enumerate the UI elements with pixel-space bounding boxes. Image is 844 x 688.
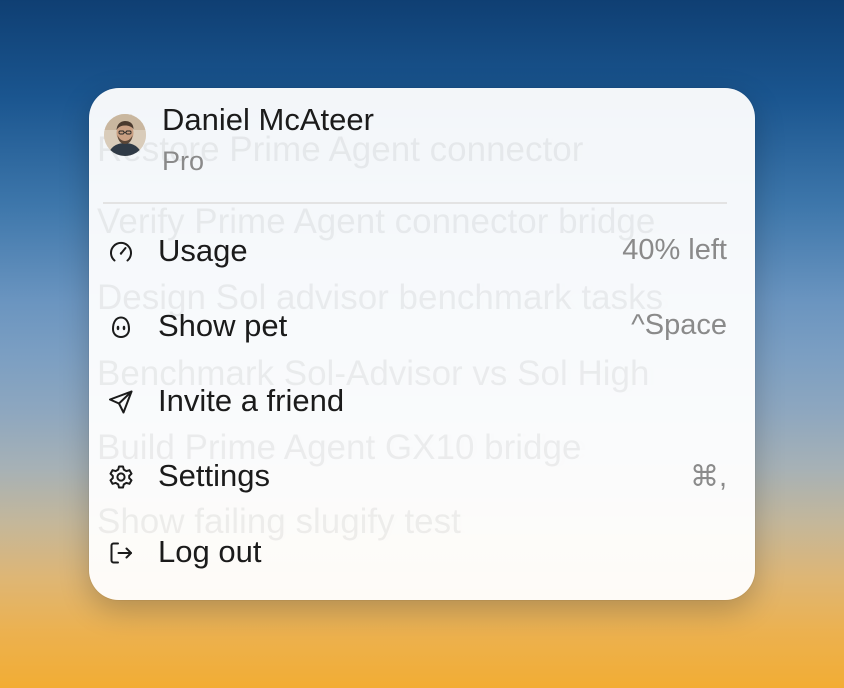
gauge-icon	[106, 237, 136, 267]
user-avatar-icon	[104, 114, 146, 156]
keyboard-shortcut: ^Space	[631, 309, 727, 341]
pet-icon	[106, 312, 136, 342]
user-name: Daniel McAteer	[162, 102, 374, 137]
gear-icon	[106, 462, 136, 492]
menu-item-label: Usage	[158, 233, 248, 268]
menu-item-invite-friend[interactable]: Invite a friend	[89, 372, 755, 432]
keyboard-shortcut: ⌘,	[689, 461, 727, 493]
menu-item-label: Log out	[158, 534, 262, 569]
account-menu: Restore Prime Agent connector Verify Pri…	[89, 88, 755, 600]
menu-divider	[103, 202, 727, 204]
avatar	[104, 114, 146, 156]
menu-item-label: Show pet	[158, 308, 288, 343]
user-plan: Pro	[162, 146, 205, 176]
menu-item-show-pet[interactable]: Show pet ^Space	[89, 297, 755, 357]
usage-remaining: 40% left	[622, 234, 727, 266]
menu-item-settings[interactable]: Settings ⌘,	[89, 447, 755, 507]
paper-plane-icon	[106, 387, 136, 417]
menu-item-usage[interactable]: Usage 40% left	[89, 222, 755, 282]
menu-item-log-out[interactable]: Log out	[89, 523, 755, 583]
menu-item-label: Settings	[158, 458, 271, 493]
menu-item-label: Invite a friend	[158, 383, 345, 418]
log-out-icon	[106, 538, 136, 568]
profile-header[interactable]: Daniel McAteer Pro	[103, 102, 723, 182]
